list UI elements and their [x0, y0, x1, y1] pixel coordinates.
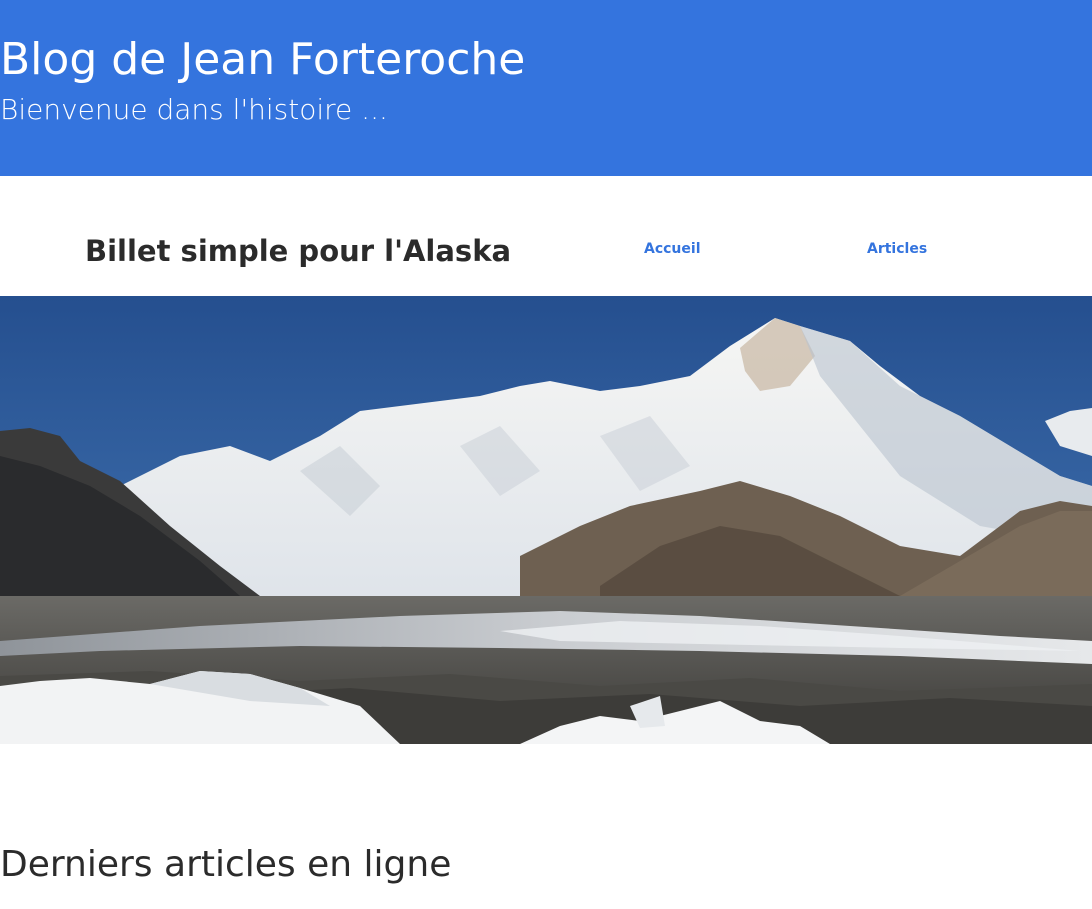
site-header: Blog de Jean Forteroche Bienvenue dans l… [0, 0, 1092, 176]
nav-link-accueil[interactable]: Accueil [644, 239, 701, 259]
navbar-brand[interactable]: Billet simple pour l'Alaska [85, 231, 511, 271]
latest-articles-heading: Derniers articles en ligne [0, 844, 452, 885]
site-subtitle: Bienvenue dans l'histoire ... [0, 93, 388, 126]
mountain-landscape-image [0, 296, 1092, 744]
site-title: Blog de Jean Forteroche [0, 34, 526, 85]
nav-link-articles[interactable]: Articles [867, 239, 927, 259]
navbar: Billet simple pour l'Alaska Accueil Arti… [0, 176, 1092, 296]
hero-image [0, 296, 1092, 744]
